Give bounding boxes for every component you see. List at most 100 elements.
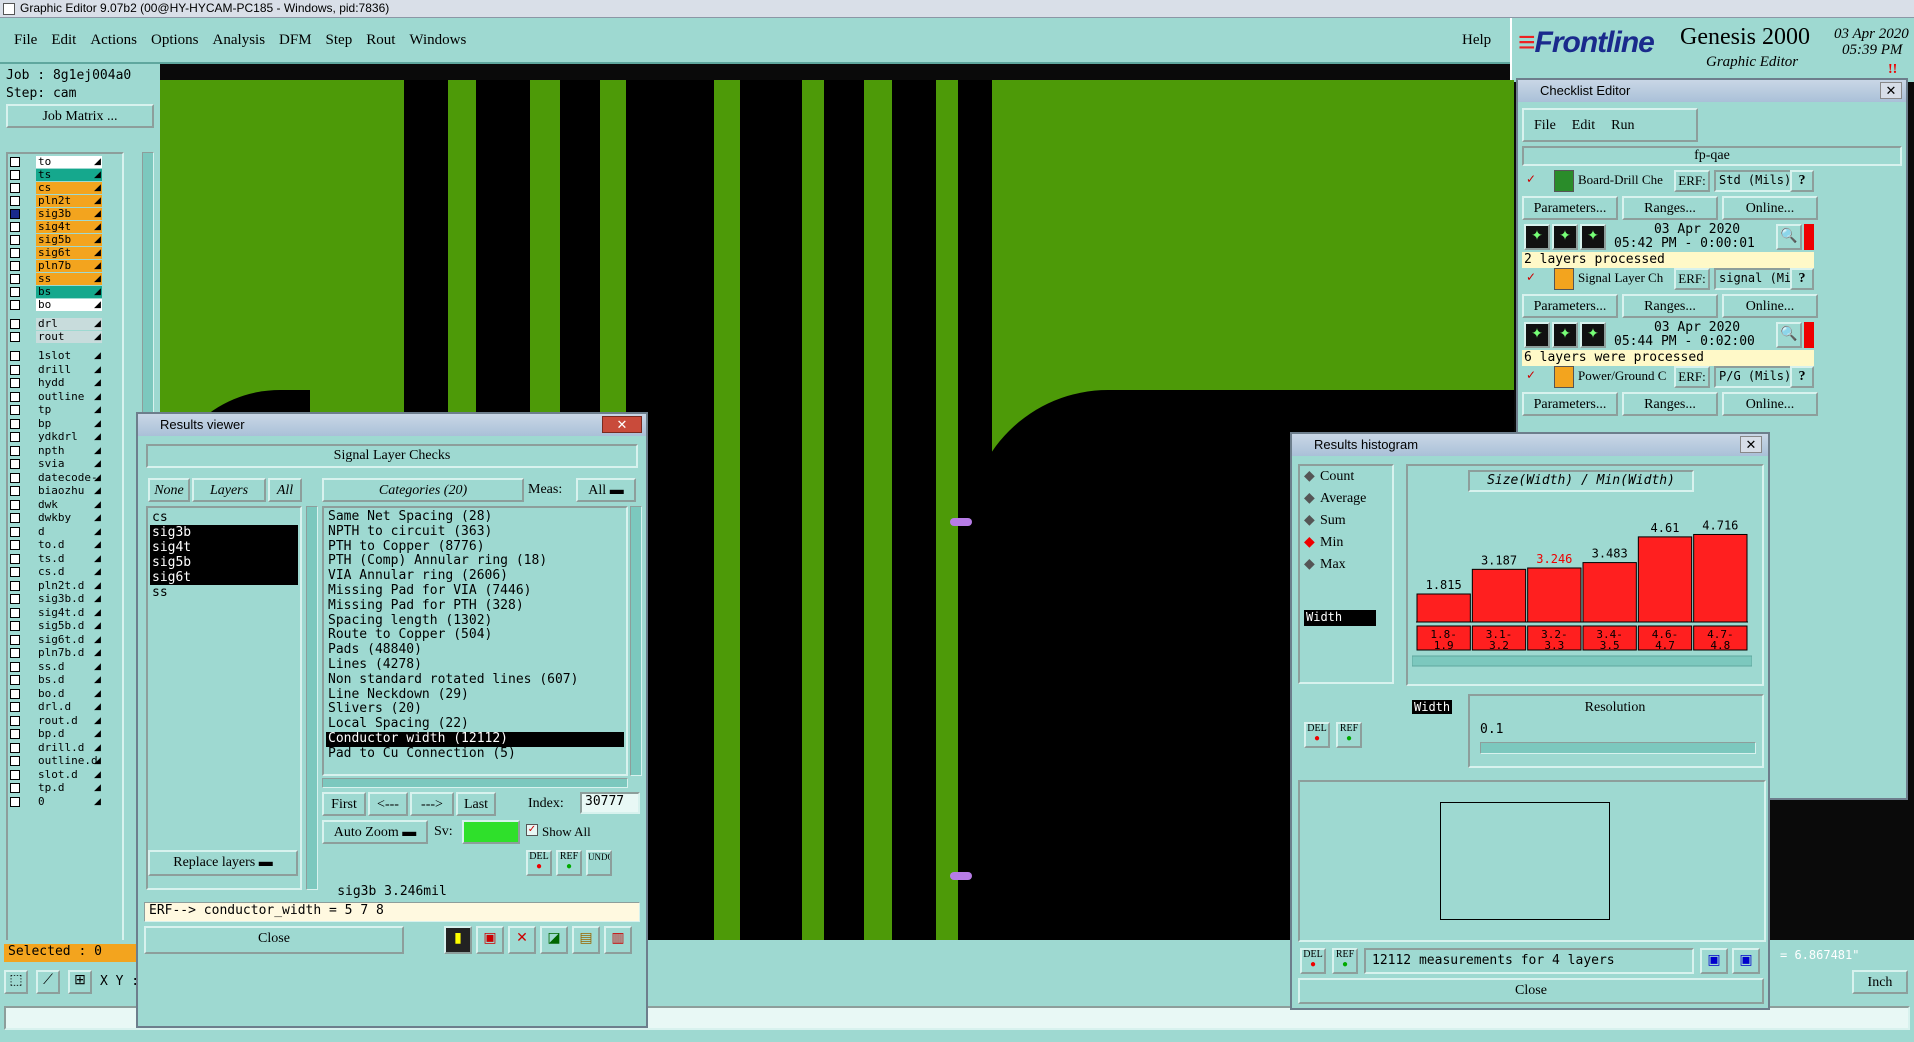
category-item[interactable]: Pads (48840) bbox=[326, 642, 624, 658]
category-item[interactable]: Non standard rotated lines (607) bbox=[326, 672, 624, 688]
layer-row[interactable]: ts ◢ bbox=[8, 169, 122, 182]
layer-checkbox[interactable] bbox=[10, 459, 20, 469]
layer-checkbox[interactable] bbox=[10, 183, 20, 193]
parameters-button[interactable]: Parameters... bbox=[1522, 196, 1618, 220]
layer-name[interactable]: 0 bbox=[36, 795, 102, 808]
job-matrix-button[interactable]: Job Matrix ... bbox=[6, 104, 154, 128]
action-checkbox[interactable]: ✓ bbox=[1526, 369, 1538, 382]
categories-list[interactable]: Same Net Spacing (28) NPTH to circuit (36… bbox=[322, 506, 628, 776]
grid-tool-icon[interactable]: ⊞ bbox=[68, 970, 92, 994]
layer-row[interactable]: datecode-to◢ bbox=[8, 471, 122, 495]
checklist-menu-edit[interactable]: Edit bbox=[1572, 118, 1595, 133]
layer-checkbox[interactable] bbox=[10, 287, 20, 297]
layer-name[interactable]: sig3b bbox=[36, 208, 102, 220]
undo-icon[interactable]: UNDO bbox=[586, 850, 612, 876]
nav-button-2[interactable]: ---> bbox=[410, 792, 454, 816]
layer-row[interactable]: hydd ◢ bbox=[8, 377, 122, 390]
show-all-checkbox[interactable]: ✓ bbox=[526, 824, 538, 836]
layer-name[interactable]: dwk bbox=[36, 498, 102, 511]
layer-name[interactable]: rout.d bbox=[36, 714, 102, 727]
layer-checkbox[interactable] bbox=[10, 553, 20, 564]
category-item[interactable]: Same Net Spacing (28) bbox=[326, 509, 624, 525]
layer-checkbox[interactable] bbox=[10, 769, 20, 780]
run-icon[interactable]: ✦ bbox=[1552, 322, 1578, 348]
category-item[interactable]: Route to Copper (504) bbox=[326, 628, 624, 643]
layer-checkbox[interactable] bbox=[10, 675, 20, 685]
layer-row[interactable]: drl ◢ bbox=[8, 318, 122, 331]
layer-checkbox[interactable] bbox=[10, 742, 20, 753]
layer-checkbox[interactable] bbox=[10, 274, 20, 284]
category-item[interactable]: Spacing length (1302) bbox=[326, 613, 624, 629]
layer-row[interactable]: to.d ◢ bbox=[8, 539, 122, 552]
export-icon[interactable]: ▣ bbox=[1700, 948, 1728, 974]
layer-name[interactable]: bs bbox=[36, 286, 102, 298]
layer-row[interactable]: bp ◢ bbox=[8, 417, 122, 431]
footer-ref-icon[interactable]: REF ● bbox=[1332, 948, 1358, 974]
layer-name[interactable]: pln2t bbox=[36, 195, 102, 207]
parameters-button[interactable]: Parameters... bbox=[1522, 294, 1618, 318]
histogram-icon[interactable]: ▥ bbox=[604, 926, 632, 954]
layer-row[interactable]: drill ◢ bbox=[8, 363, 122, 377]
layer-name[interactable]: bp.d bbox=[36, 728, 102, 740]
layer-name[interactable]: sig4t.d bbox=[36, 606, 102, 619]
aggregate-option[interactable]: ◆ Count bbox=[1300, 466, 1392, 488]
layer-row[interactable]: to ◢ bbox=[8, 156, 122, 169]
layer-checkbox[interactable] bbox=[10, 607, 20, 618]
result-layer-item[interactable]: sig3b bbox=[150, 525, 298, 540]
aggregate-option[interactable]: ◆ Max bbox=[1300, 554, 1392, 576]
layer-checkbox[interactable] bbox=[10, 170, 20, 180]
layer-row[interactable]: d ◢ bbox=[8, 525, 122, 539]
layer-row[interactable]: 0 ◢ bbox=[8, 795, 122, 809]
layer-checkbox[interactable] bbox=[10, 567, 20, 577]
category-item[interactable]: Conductor width (12112) bbox=[326, 731, 624, 747]
run-icon[interactable]: ✦ bbox=[1524, 224, 1550, 250]
menu-analysis[interactable]: Analysis bbox=[213, 32, 266, 49]
toolbar-icon-5[interactable]: ▤ bbox=[572, 926, 600, 954]
hist-ref-icon[interactable]: REF ● bbox=[1336, 722, 1362, 748]
category-item[interactable]: Local Spacing (22) bbox=[326, 716, 624, 732]
aggregate-option[interactable]: ◆ Sum bbox=[1300, 510, 1392, 532]
result-layer-item[interactable]: sig5b bbox=[150, 555, 298, 570]
layer-row[interactable]: ss.d ◢ bbox=[8, 660, 122, 674]
category-item[interactable]: Pad to Cu Connection (5) bbox=[326, 746, 624, 762]
category-item[interactable]: Missing Pad for PTH (328) bbox=[326, 598, 624, 614]
layer-row[interactable]: svia ◢ bbox=[8, 458, 122, 471]
layers-all-button[interactable]: All bbox=[268, 478, 302, 502]
histogram-bar[interactable] bbox=[1416, 593, 1471, 623]
help-menu[interactable]: Help bbox=[1462, 32, 1491, 49]
layer-checkbox[interactable] bbox=[10, 499, 20, 510]
categories-hscroll[interactable] bbox=[322, 778, 628, 788]
layer-checkbox[interactable] bbox=[10, 378, 20, 388]
hist-del-icon[interactable]: DEL ● bbox=[1304, 722, 1330, 748]
layer-checkbox[interactable] bbox=[10, 513, 20, 523]
meas-dropdown[interactable]: All ▬ bbox=[576, 478, 636, 502]
layer-checkbox[interactable] bbox=[10, 472, 20, 483]
layer-row[interactable]: pln7b ◢ bbox=[8, 260, 122, 273]
layer-row[interactable]: ts.d ◢ bbox=[8, 552, 122, 566]
online-button[interactable]: Online... bbox=[1722, 294, 1818, 318]
layer-name[interactable]: ydkdrl bbox=[36, 431, 102, 443]
menu-step[interactable]: Step bbox=[326, 32, 353, 49]
toolbar-icon-1[interactable]: ▮ bbox=[444, 926, 472, 954]
layer-checkbox[interactable] bbox=[10, 621, 20, 631]
layer-checkbox[interactable] bbox=[10, 261, 20, 271]
layer-row[interactable]: outline ◢ bbox=[8, 390, 122, 404]
checklist-menu-run[interactable]: Run bbox=[1611, 118, 1634, 133]
action-name[interactable]: Signal Layer Ch bbox=[1578, 270, 1674, 286]
layer-name[interactable]: datecode-to bbox=[36, 471, 102, 495]
layer-row[interactable]: bo.d ◢ bbox=[8, 687, 122, 701]
layer-name[interactable]: biaozhu bbox=[36, 485, 102, 497]
layer-checkbox[interactable] bbox=[10, 648, 20, 658]
menu-edit[interactable]: Edit bbox=[51, 32, 76, 49]
run-icon[interactable]: ✦ bbox=[1552, 224, 1578, 250]
width-field[interactable]: Width bbox=[1304, 610, 1376, 626]
layer-checkbox[interactable] bbox=[10, 688, 20, 699]
layer-checkbox[interactable] bbox=[10, 209, 20, 219]
layer-checkbox[interactable] bbox=[10, 796, 20, 807]
ranges-button[interactable]: Ranges... bbox=[1622, 196, 1718, 220]
zoom-icon[interactable]: 🔍 bbox=[1776, 224, 1802, 250]
layer-row[interactable]: cs.d ◢ bbox=[8, 566, 122, 579]
histogram-close-button[interactable]: Close bbox=[1298, 978, 1764, 1004]
layer-name[interactable]: pln2t.d bbox=[36, 579, 102, 592]
results-close-button[interactable]: Close bbox=[144, 926, 404, 954]
